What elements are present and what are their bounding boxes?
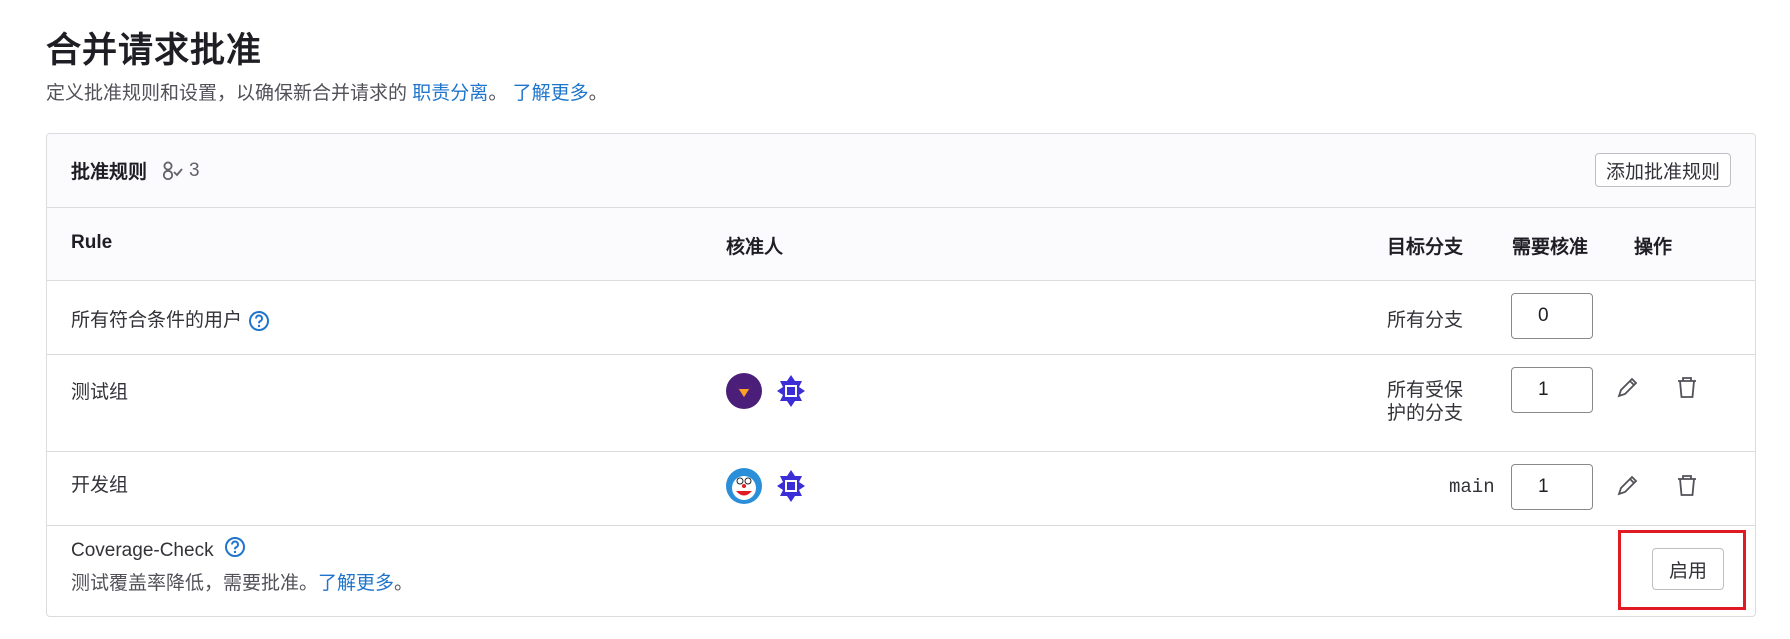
coverage-check-row: Coverage-Check 测试覆盖率降低，需要批准。了解更多。 启用	[47, 526, 1755, 616]
target-branch: 所有受保 护的分支	[1387, 379, 1463, 425]
coverage-learn-more-link[interactable]: 了解更多	[318, 573, 394, 594]
add-approval-rule-button[interactable]: 添加批准规则	[1594, 153, 1731, 187]
approval-check-icon	[162, 161, 183, 180]
delete-icon[interactable]	[1673, 472, 1701, 500]
help-icon[interactable]	[224, 536, 246, 558]
target-branch-line-2: 护的分支	[1387, 403, 1464, 424]
edit-icon[interactable]	[1613, 374, 1641, 402]
enable-button[interactable]: 启用	[1652, 548, 1725, 590]
rule-count-value: 3	[189, 159, 200, 181]
page-title: 合并请求批准	[46, 31, 263, 70]
table-header-row: Rule 核准人 目标分支 需要核准 操作	[47, 208, 1755, 281]
avatar[interactable]	[773, 468, 809, 504]
fox-avatar-icon	[735, 383, 753, 397]
approvals-required-input[interactable]: 1	[1511, 367, 1593, 413]
target-branch: main	[1449, 476, 1495, 498]
coverage-desc-suffix: 。	[394, 573, 414, 594]
coverage-check-description: 测试覆盖率降低，需要批准。了解更多。	[71, 568, 413, 595]
rule-name: 测试组	[71, 382, 129, 403]
table-row: 测试组 所有受保 护的分支 1	[47, 355, 1755, 452]
approval-rules-card: 批准规则 3 添加批准规则 Rule 核准人 目标分支 需要核准 操作 所有符合…	[46, 133, 1756, 617]
header-rule: Rule	[71, 232, 113, 253]
avatar[interactable]	[726, 373, 762, 409]
description-suffix: 。	[588, 83, 608, 104]
page-description: 定义批准规则和设置，以确保新合并请求的 职责分离。 了解更多。	[46, 78, 608, 105]
rule-count: 3	[161, 160, 200, 182]
target-branch-line-1: 所有受保	[1387, 380, 1464, 401]
rule-name: 所有符合条件的用户	[71, 305, 270, 332]
coverage-check-name: Coverage-Check	[71, 536, 246, 562]
header-approvers: 核准人	[726, 237, 784, 258]
help-icon[interactable]	[248, 310, 270, 332]
pattern-avatar-icon	[773, 468, 809, 504]
pattern-avatar-icon	[773, 373, 809, 409]
avatar[interactable]	[773, 373, 809, 409]
table-row: 开发组 main 1	[47, 452, 1755, 526]
separation-of-duties-link[interactable]: 职责分离	[412, 83, 488, 104]
avatar[interactable]	[726, 468, 762, 504]
delete-icon[interactable]	[1673, 374, 1701, 402]
cartoon-avatar-icon	[732, 476, 756, 500]
description-text: 定义批准规则和设置，以确保新合并请求的	[46, 83, 408, 104]
coverage-check-desc-text: 测试覆盖率降低，需要批准。	[71, 573, 319, 594]
table-row: 所有符合条件的用户 所有分支 0	[47, 281, 1755, 355]
approvals-required-input[interactable]: 1	[1511, 464, 1593, 510]
coverage-check-title: Coverage-Check	[71, 540, 214, 561]
header-approvals-required: 需要核准	[1512, 237, 1589, 258]
card-header: 批准规则 3 添加批准规则	[47, 134, 1755, 208]
edit-icon[interactable]	[1613, 472, 1641, 500]
rule-name-text: 所有符合条件的用户	[71, 310, 243, 331]
target-branch: 所有分支	[1387, 310, 1464, 331]
description-separator: 。	[488, 83, 508, 104]
rule-name: 开发组	[71, 475, 129, 496]
header-target-branch: 目标分支	[1387, 237, 1464, 258]
card-title: 批准规则	[71, 162, 148, 183]
learn-more-link[interactable]: 了解更多	[513, 83, 589, 104]
approvals-required-input[interactable]: 0	[1511, 293, 1593, 339]
header-actions: 操作	[1634, 237, 1673, 258]
